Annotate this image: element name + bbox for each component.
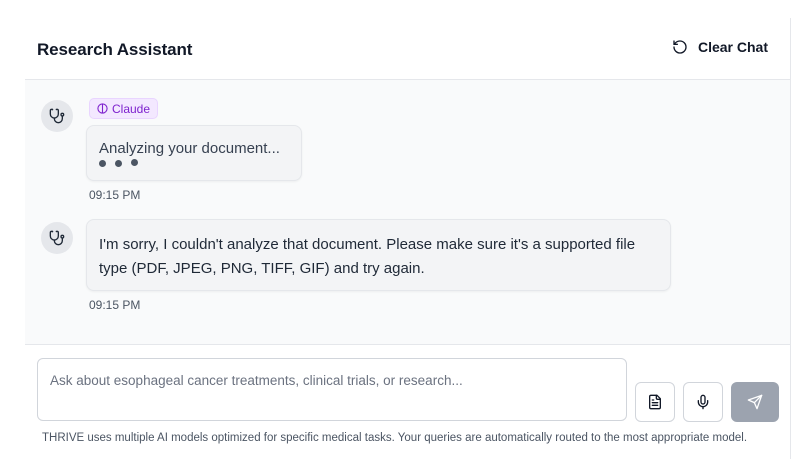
disclaimer-text: THRIVE uses multiple AI models optimized… <box>42 432 748 444</box>
clear-chat-button[interactable]: Clear Chat <box>672 39 768 55</box>
composer: THRIVE uses multiple AI models optimized… <box>25 344 790 459</box>
message-bubble: Analyzing your document... <box>86 125 302 181</box>
typing-dot <box>131 159 138 166</box>
voice-input-button[interactable] <box>683 382 723 422</box>
send-icon <box>747 394 763 410</box>
page-title: Research Assistant <box>37 40 193 59</box>
typing-dot <box>115 160 122 167</box>
model-badge: Claude <box>89 98 159 119</box>
chat-header: Research Assistant Clear Chat <box>25 18 790 80</box>
mic-icon <box>697 394 709 410</box>
typing-indicator <box>99 159 138 167</box>
clear-chat-label: Clear Chat <box>697 39 768 55</box>
message-bubble: I'm sorry, I couldn't analyze that docum… <box>86 219 671 291</box>
brain-icon <box>97 103 108 114</box>
rotate-ccw-icon <box>673 40 687 54</box>
message-timestamp: 09:15 PM <box>89 298 141 312</box>
file-text-icon <box>649 394 661 410</box>
stethoscope-icon <box>49 108 65 124</box>
message-text: I'm sorry, I couldn't analyze that docum… <box>99 236 636 277</box>
assistant-avatar <box>41 100 73 132</box>
typing-dot <box>99 160 106 167</box>
attach-document-button[interactable] <box>635 382 675 422</box>
send-button[interactable] <box>731 382 779 422</box>
assistant-avatar <box>41 222 73 254</box>
stethoscope-icon <box>49 230 65 246</box>
model-badge-label: Claude <box>112 101 151 116</box>
chat-input[interactable] <box>37 358 627 421</box>
message-timestamp: 09:15 PM <box>89 188 141 202</box>
message-text: Analyzing your document... <box>99 140 280 157</box>
panel-divider <box>790 18 791 459</box>
